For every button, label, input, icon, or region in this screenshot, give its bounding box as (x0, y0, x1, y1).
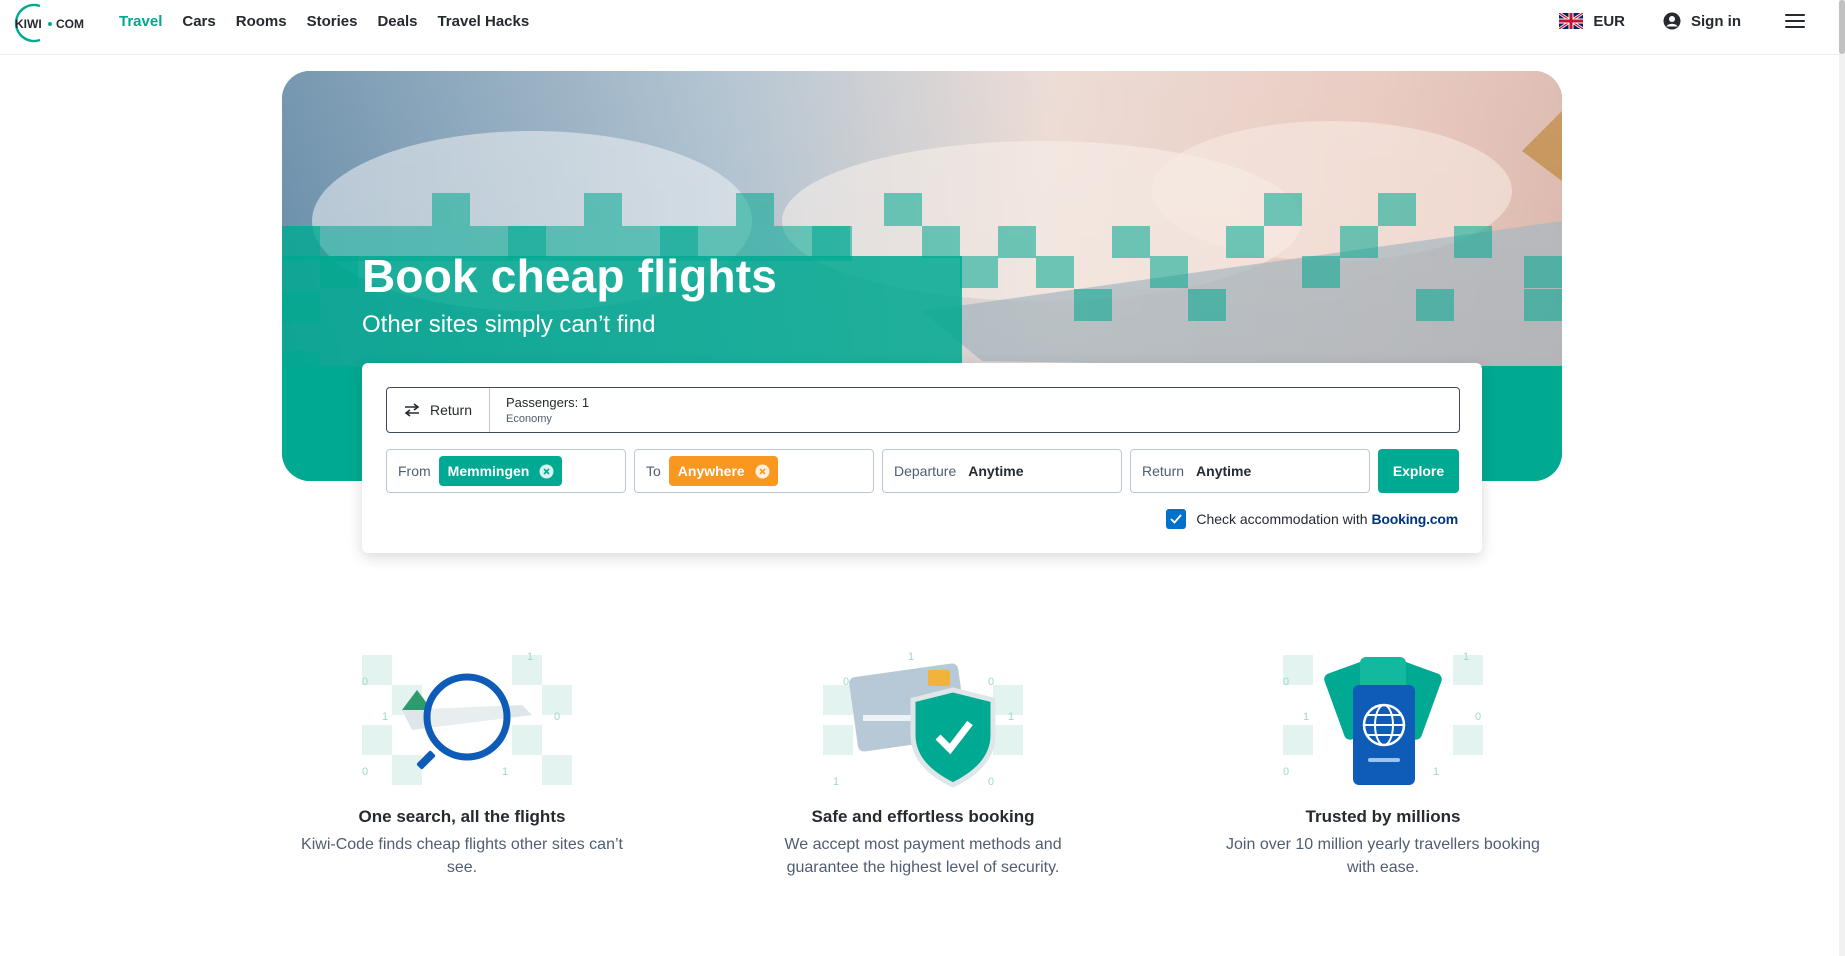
nav-cars[interactable]: Cars (182, 14, 215, 30)
plane-magnifier-icon: 0 1 0 1 0 1 (362, 651, 572, 785)
hero-subtitle: Other sites simply can’t find (362, 311, 656, 338)
origin-chip-label: Memmingen (447, 463, 530, 479)
trip-type-selector[interactable]: Return (387, 388, 490, 432)
currency-selector[interactable]: EUR (1559, 13, 1625, 30)
card-shield-icon: 0 1 1 0 1 0 (823, 651, 1023, 788)
uk-flag-icon (1559, 13, 1584, 29)
to-field[interactable]: To Anywhere (634, 449, 874, 493)
origin-chip[interactable]: Memmingen (438, 456, 563, 486)
svg-text:1: 1 (382, 711, 388, 723)
accommodation-checkbox[interactable] (1166, 509, 1187, 529)
svg-text:0: 0 (362, 766, 368, 778)
svg-text:COM: COM (56, 17, 84, 31)
svg-text:1: 1 (527, 651, 533, 663)
feature-safe-booking: 0 1 1 0 1 0 Safe and effortless booking We ac… (753, 645, 1093, 879)
from-field[interactable]: From Memmingen (386, 449, 626, 493)
svg-text:1: 1 (1463, 651, 1469, 663)
svg-text:1: 1 (502, 766, 508, 778)
destination-chip-label: Anywhere (677, 463, 745, 479)
svg-text:1: 1 (1008, 711, 1014, 723)
svg-text:0: 0 (1475, 711, 1481, 723)
svg-text:0: 0 (1283, 766, 1289, 778)
checkmark-icon (1170, 514, 1183, 524)
kiwi-logo[interactable]: KIWI COM (10, 2, 94, 44)
feature-one-search: 0 1 0 1 0 1 One search, all the flights Kiwi-… (292, 645, 632, 879)
feature-trusted: 0 1 0 1 0 1 Trusted by millions Join over 10 … (1213, 645, 1553, 879)
feature-two-text: We accept most payment methods and guara… (784, 836, 1062, 876)
nav-travel-hacks[interactable]: Travel Hacks (437, 14, 529, 30)
scrollbar-thumb[interactable] (1839, 0, 1845, 54)
nav-stories[interactable]: Stories (307, 14, 358, 30)
remove-destination-icon[interactable] (755, 464, 770, 479)
return-label: Return (1142, 463, 1185, 479)
svg-text:0: 0 (554, 711, 560, 723)
feature-one-text: Kiwi-Code finds cheap flights other site… (301, 836, 623, 876)
swap-arrows-icon (404, 403, 420, 417)
svg-text:1: 1 (1303, 711, 1309, 723)
from-label: From (398, 463, 431, 479)
trip-type-label: Return (429, 402, 473, 418)
booking-com-logo: Booking.com (1371, 511, 1459, 527)
svg-text:0: 0 (988, 676, 994, 688)
remove-origin-icon[interactable] (539, 464, 554, 479)
sign-in-label: Sign in (1691, 12, 1741, 30)
svg-text:KIWI: KIWI (15, 17, 42, 31)
passport-tickets-icon: 0 1 0 1 0 1 (1283, 651, 1483, 785)
svg-text:0: 0 (843, 676, 849, 688)
svg-text:0: 0 (988, 776, 994, 788)
svg-text:1: 1 (1433, 766, 1439, 778)
user-icon (1663, 12, 1681, 30)
accommodation-text: Check accommodation with (1196, 511, 1368, 527)
svg-text:0: 0 (362, 676, 368, 688)
search-fields-row: From Memmingen To Anywhere Departure Any… (386, 449, 1459, 493)
feature-three-title: Trusted by millions (1305, 807, 1461, 826)
passengers-selector[interactable]: Passengers: 1 Economy (490, 388, 605, 432)
svg-text:0: 0 (1283, 676, 1289, 688)
header-actions: EUR Sign in (1559, 12, 1805, 30)
destination-chip[interactable]: Anywhere (668, 456, 778, 486)
to-label: To (646, 463, 661, 479)
nav-travel[interactable]: Travel (119, 14, 162, 30)
sign-in-button[interactable]: Sign in (1663, 12, 1741, 30)
hero-title: Book cheap flights (362, 250, 778, 302)
page-scrollbar[interactable] (1839, 0, 1845, 956)
explore-button[interactable]: Explore (1378, 449, 1459, 493)
nav-deals[interactable]: Deals (377, 14, 417, 30)
return-field[interactable]: Return Anytime (1130, 449, 1370, 493)
accommodation-option: Check accommodation with Booking.com (1166, 509, 1458, 529)
return-value: Anytime (1196, 463, 1252, 479)
hamburger-menu-icon[interactable] (1785, 13, 1805, 29)
departure-value: Anytime (968, 463, 1024, 479)
passengers-count: Passengers: 1 (506, 395, 590, 410)
nav-rooms[interactable]: Rooms (236, 14, 287, 30)
departure-field[interactable]: Departure Anytime (882, 449, 1122, 493)
svg-text:1: 1 (833, 776, 839, 788)
top-navigation-bar: KIWI COM Travel Cars Rooms Stories Deals… (0, 0, 1845, 55)
search-form: Return Passengers: 1 Economy From Memmin… (362, 363, 1482, 553)
feature-one-title: One search, all the flights (358, 807, 566, 826)
departure-label: Departure (894, 463, 957, 479)
cabin-class: Economy (506, 413, 552, 425)
feature-three-text: Join over 10 million yearly travellers b… (1226, 836, 1540, 876)
trip-options-bar: Return Passengers: 1 Economy (386, 387, 1460, 433)
feature-two-title: Safe and effortless booking (811, 807, 1035, 826)
currency-label: EUR (1593, 12, 1625, 30)
svg-text:1: 1 (908, 651, 914, 663)
main-nav: Travel Cars Rooms Stories Deals Travel H… (119, 14, 529, 30)
